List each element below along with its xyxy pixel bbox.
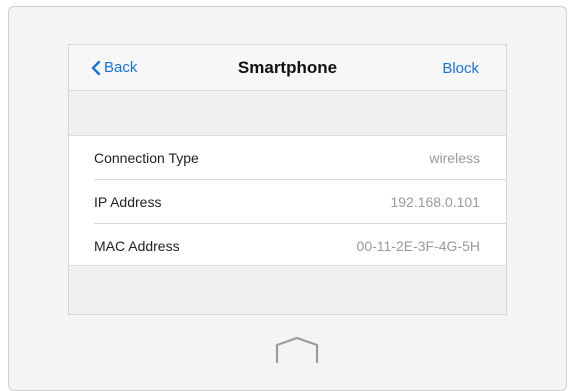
device-frame: Back Smartphone Block Connection Type wi…: [8, 6, 567, 391]
back-label: Back: [104, 59, 138, 76]
info-row-mac-address: MAC Address 00-11-2E-3F-4G-5H: [94, 224, 506, 268]
device-screen: Back Smartphone Block Connection Type wi…: [68, 44, 507, 315]
device-info-list: Connection Type wireless IP Address 192.…: [69, 135, 506, 266]
info-value: wireless: [429, 149, 480, 166]
info-label: Connection Type: [94, 149, 199, 166]
info-label: MAC Address: [94, 238, 180, 254]
block-button[interactable]: Block: [442, 60, 479, 77]
back-button[interactable]: Back: [91, 59, 137, 76]
info-row-ip-address: IP Address 192.168.0.101: [94, 180, 506, 224]
chevron-left-icon: [91, 60, 101, 76]
info-label: IP Address: [94, 193, 162, 210]
home-button-icon: [271, 336, 323, 369]
info-value: 192.168.0.101: [390, 193, 480, 210]
home-button[interactable]: [271, 335, 323, 365]
section-spacer: [69, 91, 506, 135]
info-value: 00-11-2E-3F-4G-5H: [356, 238, 480, 254]
nav-bar: Back Smartphone Block: [69, 45, 506, 91]
info-row-connection-type: Connection Type wireless: [94, 136, 506, 180]
